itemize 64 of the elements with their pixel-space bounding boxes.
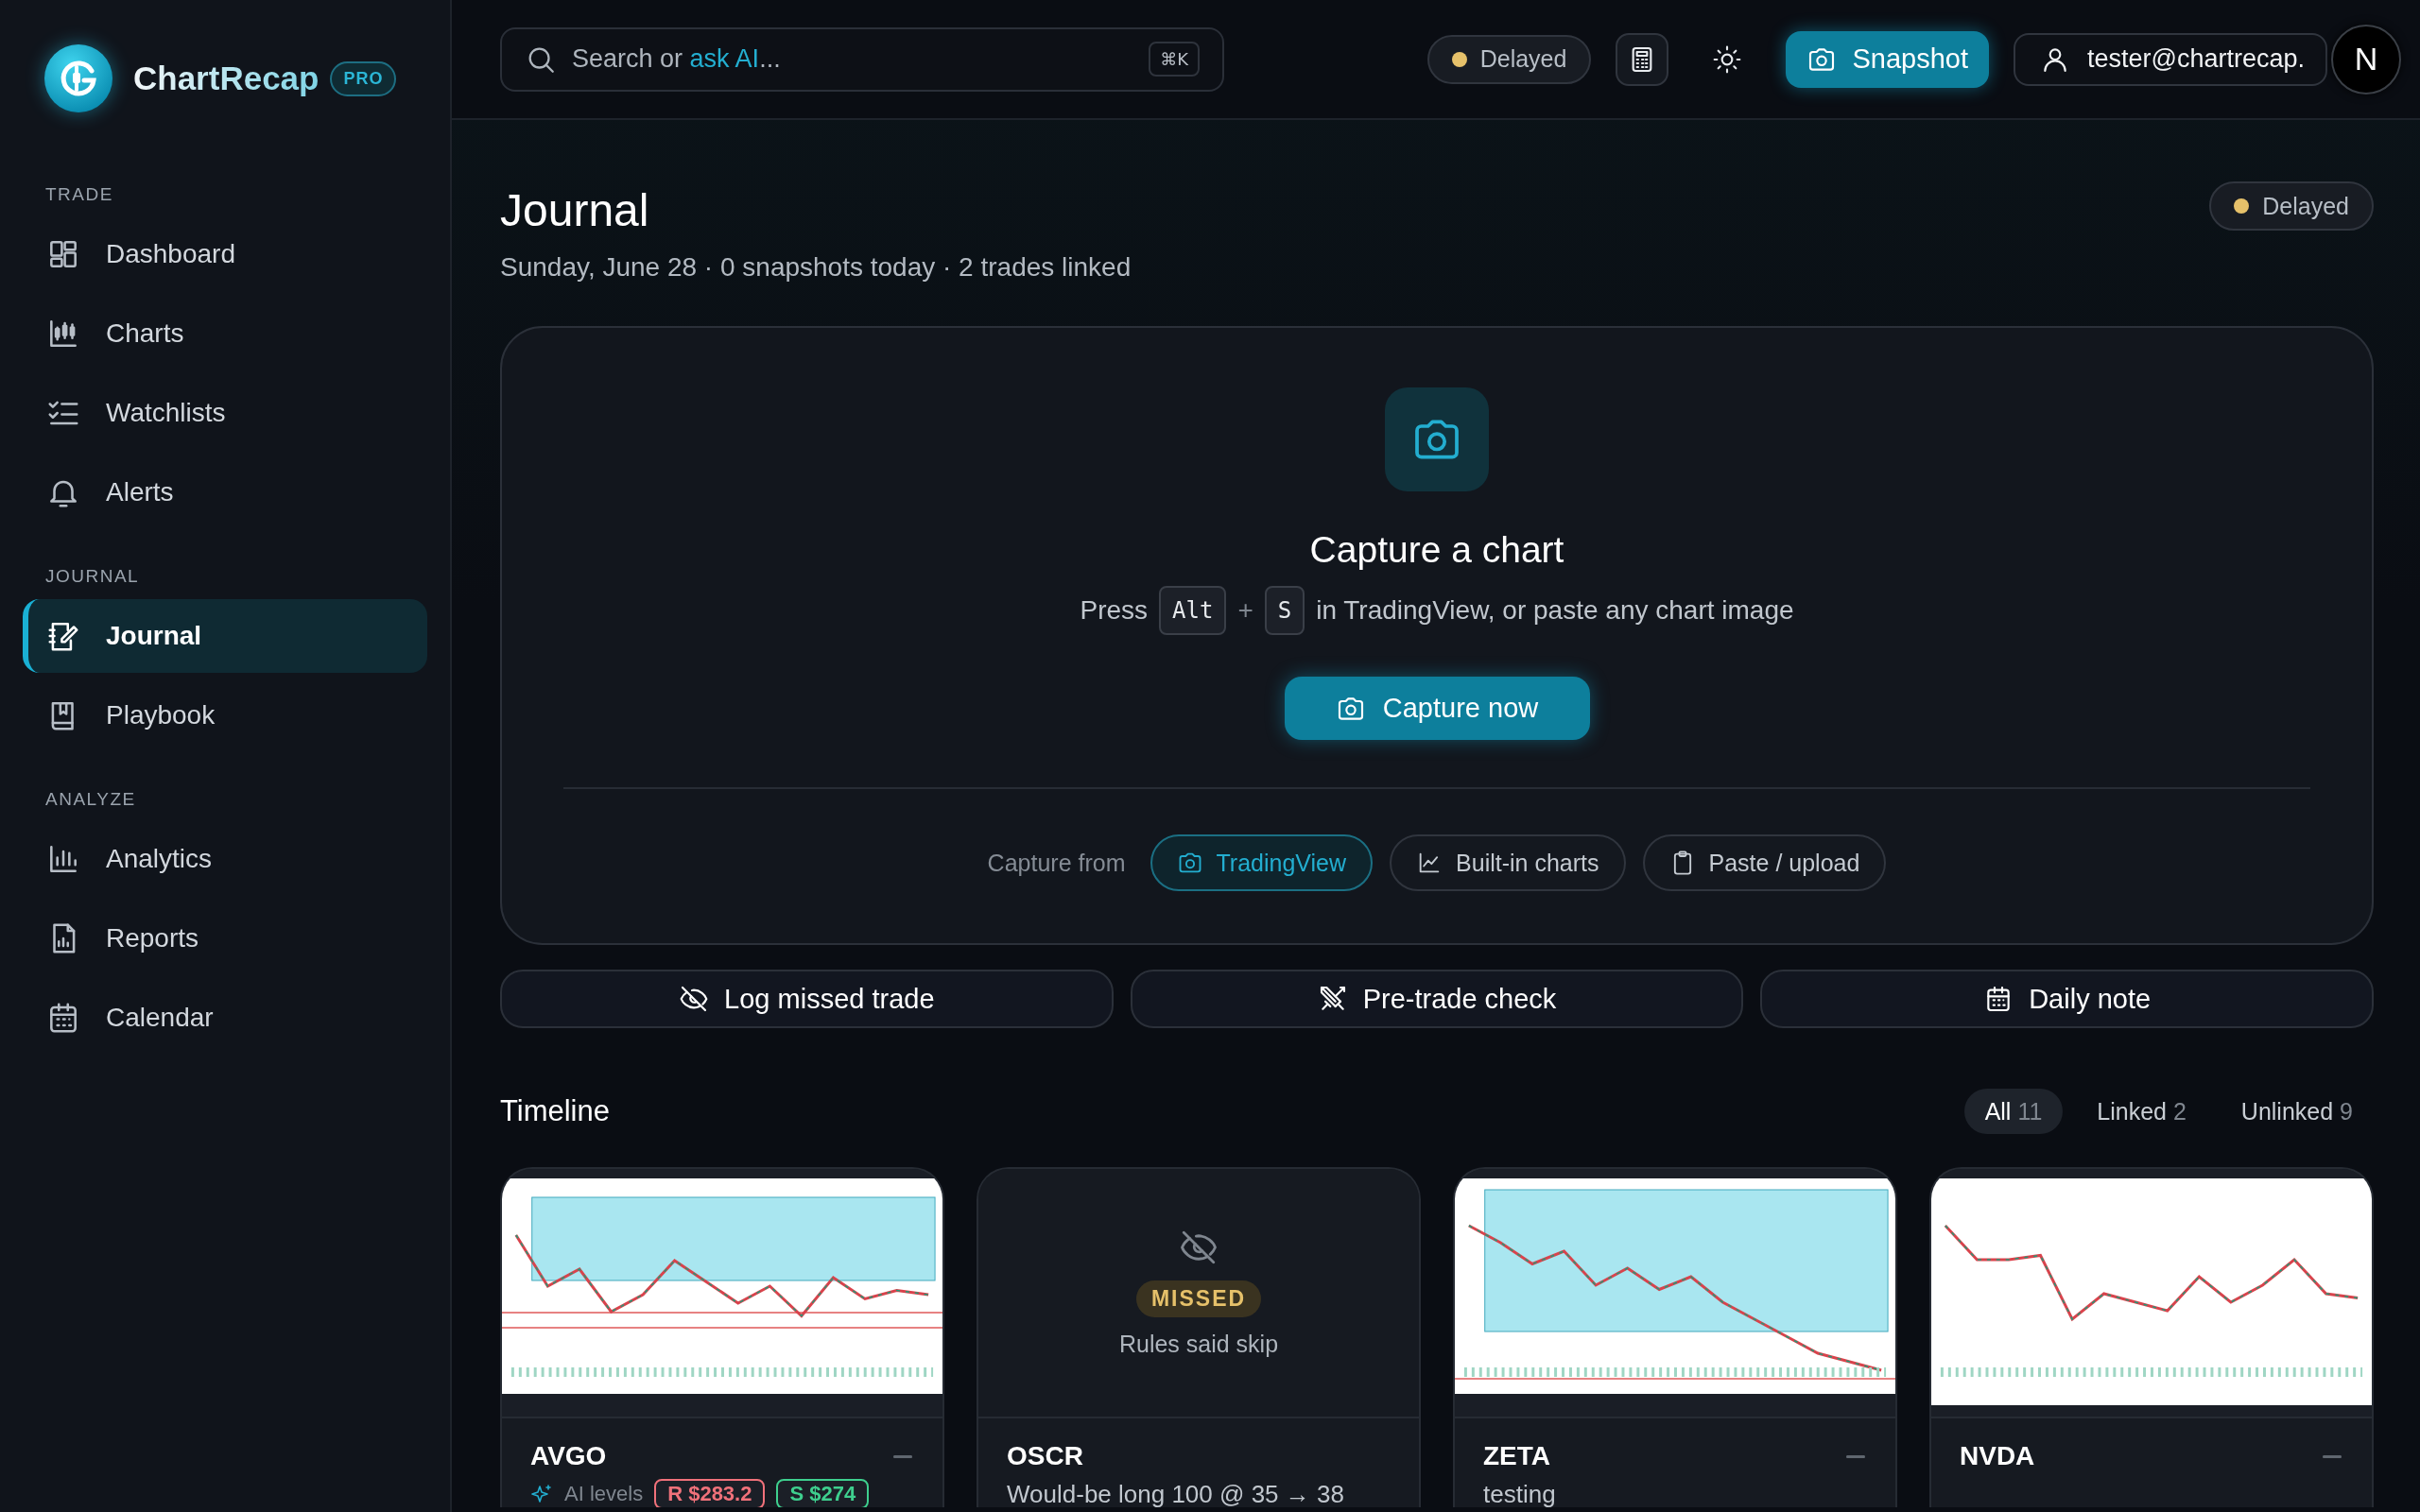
dash-icon — [891, 1454, 914, 1458]
ticker-symbol: OSCR — [1007, 1440, 1083, 1472]
status-label: Delayed — [1479, 45, 1567, 73]
filter-tab[interactable]: Unlinked 9 — [2220, 1089, 2374, 1134]
nav-item[interactable]: Charts — [23, 297, 427, 370]
action-button[interactable]: Pre-trade check — [1130, 970, 1744, 1028]
search-field[interactable]: Search or ask AI... ⌘K — [500, 26, 1224, 92]
dash-icon — [2321, 1454, 2343, 1458]
search-hint: Search or ask AI... — [572, 44, 782, 74]
level-tag: S $274 — [776, 1479, 870, 1507]
hint-text: Press — [1080, 594, 1149, 627]
sun-icon — [1712, 43, 1743, 75]
filter-tab[interactable]: All 11 — [1963, 1089, 2064, 1134]
section-label: ANALYZE — [44, 788, 137, 811]
sparkle-icon — [530, 1483, 553, 1505]
plan-badge: PRO — [330, 60, 397, 96]
avatar[interactable]: N — [2331, 24, 2401, 94]
nav-item[interactable]: Dashboard — [23, 217, 427, 291]
section-label: TRADE — [44, 183, 114, 206]
ticker-symbol: ZETA — [1483, 1440, 1551, 1472]
nav-item[interactable]: Playbook — [23, 679, 427, 752]
page-title: Journal — [500, 184, 650, 237]
capture-title: Capture a chart — [1309, 528, 1564, 572]
card-note: testing — [1483, 1479, 1557, 1507]
logo-icon — [44, 44, 112, 112]
nav-item[interactable]: Alerts — [23, 455, 427, 529]
snapshot-card[interactable]: MISSED Rules said skip OSCR Would-be long 100 @ 35 → 38 — [977, 1167, 1421, 1507]
capture-now-button[interactable]: Capture now — [1284, 677, 1590, 740]
filter-tab[interactable]: Linked 2 — [2076, 1089, 2207, 1134]
plus-sign: + — [1237, 594, 1253, 627]
shortcut-key: ⌘K — [1149, 42, 1200, 77]
nav-item[interactable]: Analytics — [23, 822, 427, 896]
page-subtitle: Sunday, June 28 · 0 snapshots today · 2 trades linked — [500, 251, 1132, 284]
section-label: JOURNAL — [44, 565, 141, 588]
nav-item[interactable]: Reports — [23, 902, 427, 975]
status-label: Delayed — [2262, 192, 2349, 220]
dash-icon — [1844, 1454, 1867, 1458]
source-chip[interactable]: TradingView — [1150, 834, 1374, 891]
hint-text: in TradingView, or paste any chart image — [1316, 594, 1794, 627]
source-chip[interactable]: Built-in charts — [1390, 834, 1626, 891]
ticker-symbol: AVGO — [530, 1440, 607, 1472]
status-badge: MISSED — [1135, 1280, 1262, 1317]
source-label: Capture from — [987, 849, 1126, 877]
key-cap: S — [1264, 586, 1305, 635]
snapshot-button[interactable]: Snapshot — [1786, 30, 1989, 88]
nav-item[interactable]: Watchlists — [23, 376, 427, 450]
action-button[interactable]: Log missed trade — [500, 970, 1114, 1028]
key-cap: Alt — [1159, 586, 1227, 635]
ticker-symbol: NVDA — [1960, 1440, 2035, 1472]
calculator-button[interactable] — [1616, 32, 1669, 86]
reason-text: Rules said skip — [1118, 1331, 1279, 1358]
source-chip[interactable]: Paste / upload — [1642, 834, 1887, 891]
action-button[interactable]: Daily note — [1760, 970, 2374, 1028]
snapshot-card[interactable]: NVDA — [1929, 1167, 2374, 1507]
level-tag: R $283.2 — [654, 1479, 766, 1507]
snapshot-card[interactable]: AVGO AI levels R $283.2 S $274 — [500, 1167, 944, 1507]
section-title: Timeline — [500, 1093, 610, 1129]
eye-off-icon — [679, 984, 710, 1014]
nav-item[interactable]: Journal — [23, 599, 427, 673]
levels-label: AI levels — [564, 1482, 644, 1506]
account-button[interactable]: tester@chartrecap. — [2014, 32, 2327, 86]
snapshot-card[interactable]: ZETA testing — [1453, 1167, 1897, 1507]
card-note: Would-be long 100 @ 35 → 38 — [1007, 1479, 1345, 1507]
nav-item[interactable]: Calendar — [23, 981, 427, 1055]
